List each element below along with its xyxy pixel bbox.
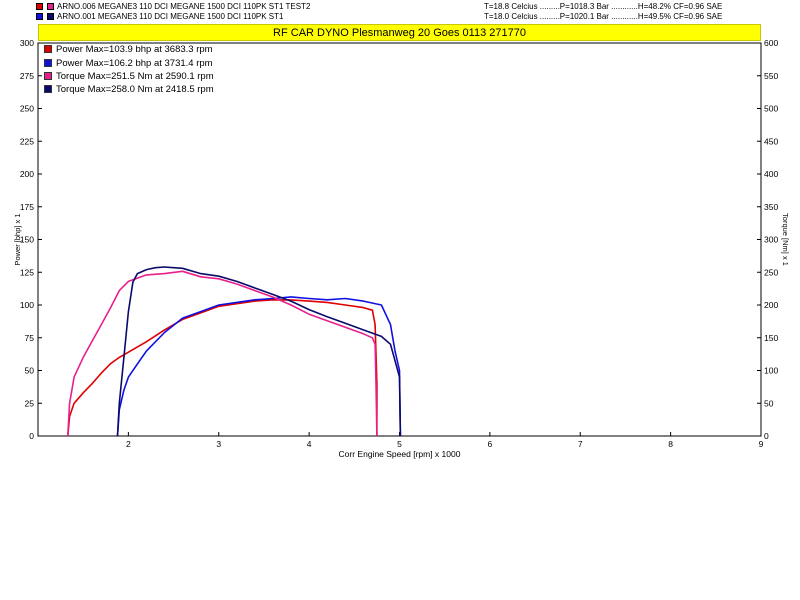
- x-tick-label: 2: [126, 439, 131, 449]
- y-left-tick-label: 125: [20, 267, 34, 277]
- y-right-tick-label: 500: [764, 104, 778, 114]
- x-tick-label: 9: [759, 439, 764, 449]
- y-right-tick-label: 550: [764, 71, 778, 81]
- y-left-tick-label: 175: [20, 202, 34, 212]
- x-tick-label: 4: [307, 439, 312, 449]
- y-left-tick-label: 275: [20, 71, 34, 81]
- torque-curve-run-1: [67, 270, 378, 437]
- x-tick-label: 5: [397, 439, 402, 449]
- power-curve-run-1: [67, 298, 378, 437]
- x-axis-label: Corr Engine Speed [rpm] x 1000: [339, 449, 461, 459]
- y-right-tick-label: 450: [764, 136, 778, 146]
- legend-label: Torque Max=258.0 Nm at 2418.5 rpm: [56, 84, 214, 95]
- y-left-tick-label: 300: [20, 38, 34, 48]
- y-right-tick-label: 0: [764, 431, 769, 441]
- y-right-tick-label: 250: [764, 267, 778, 277]
- y-left-tick-label: 75: [25, 333, 35, 343]
- legend-swatch: [44, 85, 52, 93]
- power-curve-run-2: [116, 296, 402, 437]
- y-left-tick-label: 50: [25, 366, 35, 376]
- legend-swatch: [44, 72, 52, 80]
- y-left-axis-label: Power [bhp] x 1: [13, 213, 22, 265]
- y-right-tick-label: 200: [764, 300, 778, 310]
- legend-swatch: [44, 45, 52, 53]
- y-left-tick-label: 100: [20, 300, 34, 310]
- legend-item-power-run-2: Power Max=106.2 bhp at 3731.4 rpm: [44, 58, 213, 69]
- y-left-tick-label: 25: [25, 398, 35, 408]
- y-left-tick-label: 250: [20, 104, 34, 114]
- y-left-tick-label: 200: [20, 169, 34, 179]
- x-tick-label: 7: [578, 439, 583, 449]
- y-right-tick-label: 400: [764, 169, 778, 179]
- legend-item-torque-run-2: Torque Max=258.0 Nm at 2418.5 rpm: [44, 84, 214, 95]
- y-right-tick-label: 300: [764, 235, 778, 245]
- y-right-tick-label: 600: [764, 38, 778, 48]
- legend-label: Power Max=103.9 bhp at 3683.3 rpm: [56, 44, 213, 55]
- y-left-tick-label: 0: [29, 431, 34, 441]
- legend-item-torque-run-1: Torque Max=251.5 Nm at 2590.1 rpm: [44, 71, 214, 82]
- y-left-tick-label: 225: [20, 136, 34, 146]
- x-tick-label: 8: [668, 439, 673, 449]
- y-right-tick-label: 50: [764, 398, 774, 408]
- x-tick-label: 6: [488, 439, 493, 449]
- x-tick-label: 3: [216, 439, 221, 449]
- y-right-tick-label: 100: [764, 366, 778, 376]
- legend-label: Power Max=106.2 bhp at 3731.4 rpm: [56, 58, 213, 69]
- legend-swatch: [44, 59, 52, 67]
- y-right-tick-label: 350: [764, 202, 778, 212]
- y-right-axis-label: Torque [Nm] x 1: [781, 213, 790, 266]
- y-right-tick-label: 150: [764, 333, 778, 343]
- legend-label: Torque Max=251.5 Nm at 2590.1 rpm: [56, 71, 214, 82]
- legend-item-power-run-1: Power Max=103.9 bhp at 3683.3 rpm: [44, 44, 213, 55]
